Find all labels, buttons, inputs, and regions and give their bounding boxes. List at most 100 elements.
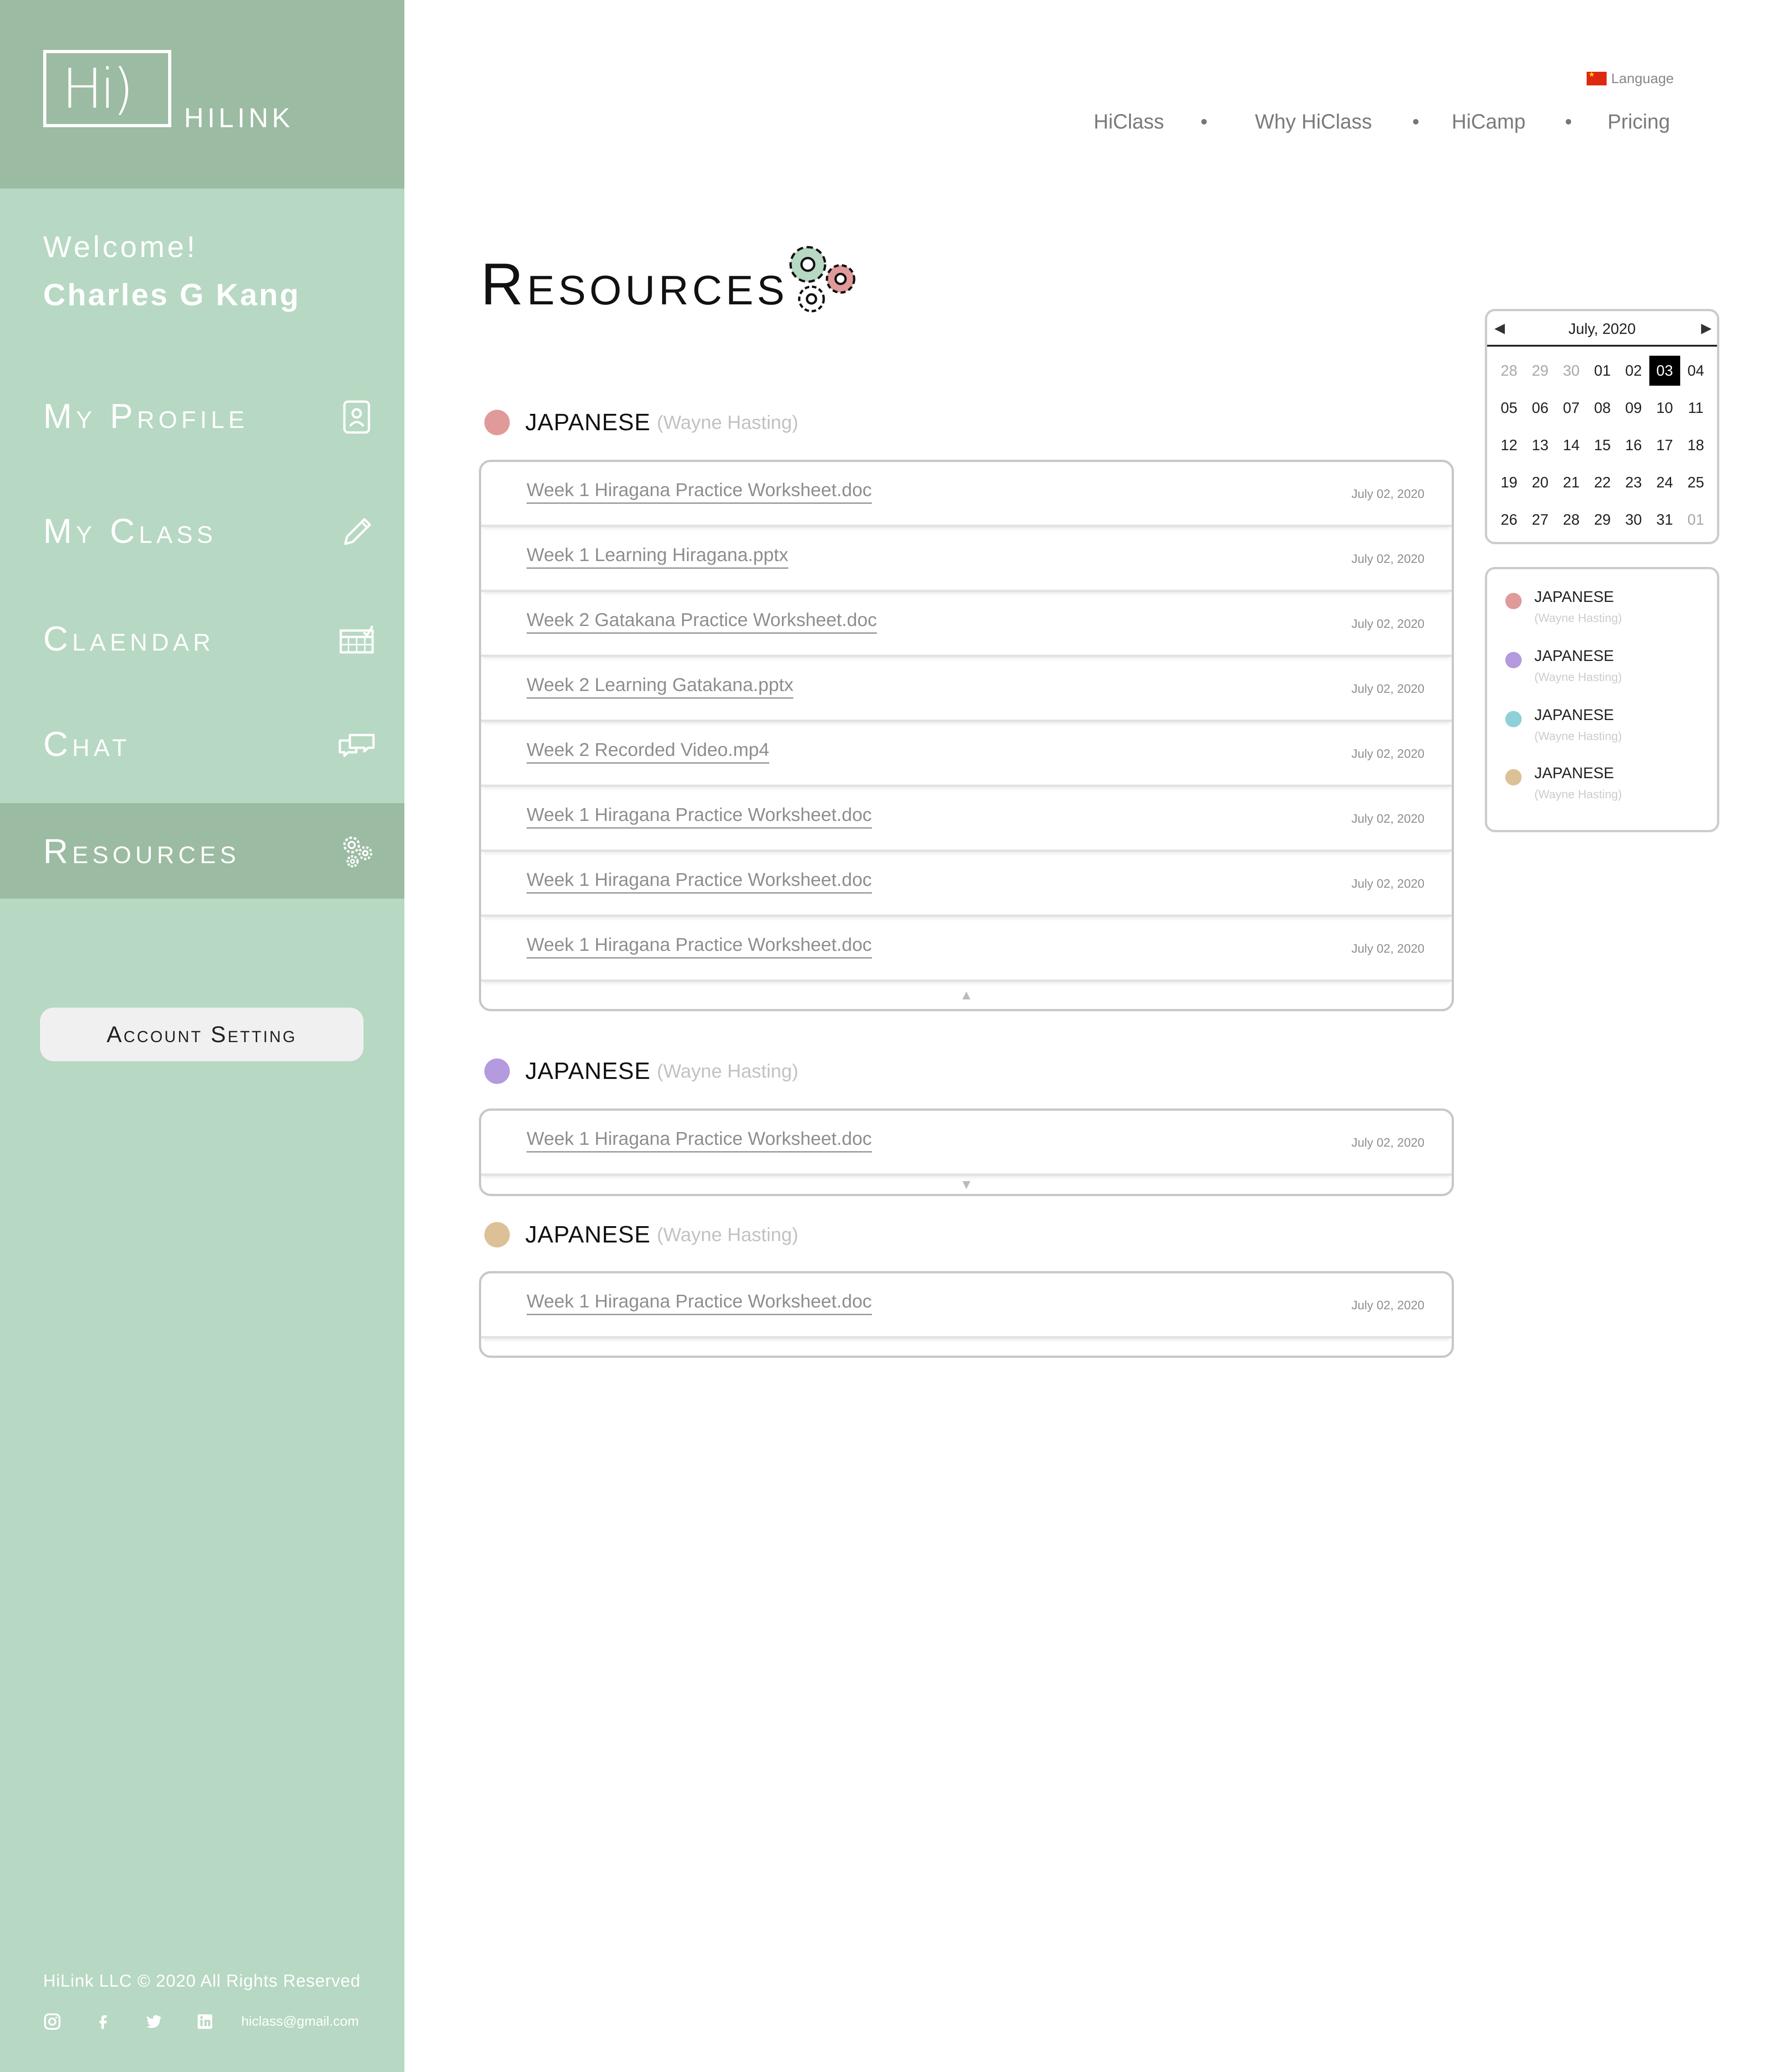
resource-file-link[interactable]: Week 1 Learning Hiragana.pptx [527,544,788,569]
legend-item[interactable]: JAPANESE (Wayne Hasting) [1505,765,1705,815]
nav-link-hicamp[interactable]: HiCamp [1452,110,1526,134]
calendar-day[interactable]: 17 [1649,430,1681,460]
legend-teacher: (Wayne Hasting) [1534,611,1622,625]
resource-file-link[interactable]: Week 1 Hiragana Practice Worksheet.doc [527,869,872,894]
sidebar-item-my-class[interactable]: My Class [0,483,404,578]
group-subject: JAPANESE [525,409,651,436]
calendar-day[interactable]: 23 [1618,467,1649,497]
calendar-week-row: 19 20 21 22 23 24 25 [1493,464,1712,501]
resource-file-link[interactable]: Week 1 Hiragana Practice Worksheet.doc [527,934,872,959]
resource-row: Week 1 Hiragana Practice Worksheet.doc J… [481,787,1452,852]
next-month-icon[interactable]: ▶ [1696,319,1712,338]
resource-row: Week 1 Learning Hiragana.pptx July 02, 2… [481,527,1452,592]
resource-date: July 02, 2020 [1351,682,1424,696]
calendar-day[interactable]: 18 [1680,430,1712,460]
calendar-day[interactable]: 01 [1587,356,1618,386]
collapse-toggle[interactable]: ▲ [481,982,1452,1009]
contact-email[interactable]: hiclass@gmail.com [241,2014,359,2029]
sidebar-item-calendar[interactable]: Claendar [0,591,404,686]
calendar-day[interactable]: 30 [1556,356,1587,386]
calendar-day[interactable]: 25 [1680,467,1712,497]
calendar-day[interactable]: 06 [1525,393,1556,423]
calendar-day[interactable]: 28 [1493,356,1525,386]
calendar-day[interactable]: 02 [1618,356,1649,386]
legend-item[interactable]: JAPANESE (Wayne Hasting) [1505,706,1705,756]
resource-file-link[interactable]: Week 1 Hiragana Practice Worksheet.doc [527,1291,872,1315]
nav-link-pricing[interactable]: Pricing [1608,110,1670,134]
resource-file-link[interactable]: Week 2 Learning Gatakana.pptx [527,674,794,699]
calendar-day[interactable]: 10 [1649,393,1681,423]
language-selector[interactable]: Language [1587,70,1674,87]
calendar-header: ◀ July, 2020 ▶ [1487,311,1717,347]
sidebar-item-label: Chat [43,725,131,764]
linkedin-icon[interactable] [196,2012,214,2031]
expand-toggle[interactable]: ▼ [481,1176,1452,1194]
calendar-day[interactable]: 08 [1587,393,1618,423]
calendar-day[interactable]: 13 [1525,430,1556,460]
calendar-day[interactable]: 14 [1556,430,1587,460]
calendar-day[interactable]: 21 [1556,467,1587,497]
resource-date: July 02, 2020 [1351,1298,1424,1312]
calendar-week-row: 12 13 14 15 16 17 18 [1493,427,1712,464]
resource-file-link[interactable]: Week 1 Hiragana Practice Worksheet.doc [527,479,872,504]
legend-subject: JAPANESE [1534,647,1614,665]
expand-down-icon: ▼ [960,1177,973,1192]
calendar-day[interactable]: 04 [1680,356,1712,386]
calendar-day-selected[interactable]: 03 [1649,356,1680,386]
calendar-day[interactable]: 05 [1493,393,1525,423]
sidebar-item-my-profile[interactable]: My Profile [0,368,404,463]
legend-teacher: (Wayne Hasting) [1534,787,1622,801]
calendar-day[interactable]: 28 [1556,505,1587,535]
legend-item[interactable]: JAPANESE (Wayne Hasting) [1505,647,1705,697]
calendar-day[interactable]: 29 [1525,356,1556,386]
calendar-day[interactable]: 22 [1587,467,1618,497]
gears-icon [336,831,377,872]
calendar-day[interactable]: 27 [1525,505,1556,535]
sidebar-item-label: Claendar [43,620,215,658]
logo-area: Hi) HILINK [0,0,404,189]
page-title: Resources [481,251,788,317]
resource-row: Week 2 Learning Gatakana.pptx July 02, 2… [481,657,1452,722]
resource-date: July 02, 2020 [1351,487,1424,501]
resource-file-link[interactable]: Week 1 Hiragana Practice Worksheet.doc [527,804,872,829]
calendar-day[interactable]: 20 [1525,467,1556,497]
calendar-day[interactable]: 30 [1618,505,1649,535]
nav-link-hiclass[interactable]: HiClass [1094,110,1164,134]
calendar-day[interactable]: 15 [1587,430,1618,460]
calendar-day[interactable]: 16 [1618,430,1649,460]
resource-date: July 02, 2020 [1351,747,1424,760]
calendar-day[interactable]: 19 [1493,467,1525,497]
calendar-day[interactable]: 12 [1493,430,1525,460]
facebook-icon[interactable] [94,2012,112,2031]
resource-file-link[interactable]: Week 2 Recorded Video.mp4 [527,739,770,764]
calendar-day[interactable]: 07 [1556,393,1587,423]
legend-item[interactable]: JAPANESE (Wayne Hasting) [1505,588,1705,638]
resource-row: Week 2 Gatakana Practice Worksheet.doc J… [481,592,1452,657]
china-flag-icon [1587,70,1607,85]
twitter-icon[interactable] [145,2012,163,2031]
calendar-day[interactable]: 26 [1493,505,1525,535]
calendar-day[interactable]: 31 [1649,505,1681,535]
calendar-day[interactable]: 09 [1618,393,1649,423]
resource-file-link[interactable]: Week 1 Hiragana Practice Worksheet.doc [527,1128,872,1153]
resource-file-link[interactable]: Week 2 Gatakana Practice Worksheet.doc [527,609,877,634]
instagram-icon[interactable] [43,2012,61,2031]
account-setting-button[interactable]: Account Setting [40,1008,363,1061]
calendar-day[interactable]: 11 [1680,393,1712,423]
calendar-day[interactable]: 29 [1587,505,1618,535]
sidebar-item-chat[interactable]: Chat [0,696,404,791]
nav-link-why-hiclass[interactable]: Why HiClass [1255,110,1372,134]
calendar-day[interactable]: 01 [1680,505,1712,535]
resource-date: July 02, 2020 [1351,812,1424,825]
resource-list: Week 1 Hiragana Practice Worksheet.doc J… [479,1271,1454,1358]
calendar-week-row: 26 27 28 29 30 31 01 [1493,501,1712,538]
resource-row: Week 1 Hiragana Practice Worksheet.doc J… [481,462,1452,527]
expand-toggle[interactable] [481,1338,1452,1356]
calendar-day[interactable]: 24 [1649,467,1681,497]
logo[interactable]: Hi) [43,50,171,127]
sidebar-item-label: Resources [43,832,240,871]
sidebar-item-resources[interactable]: Resources [0,803,404,899]
subject-color-dot [1505,593,1522,609]
logo-glyph: Hi) [62,58,134,121]
resource-row: Week 1 Hiragana Practice Worksheet.doc J… [481,852,1452,917]
